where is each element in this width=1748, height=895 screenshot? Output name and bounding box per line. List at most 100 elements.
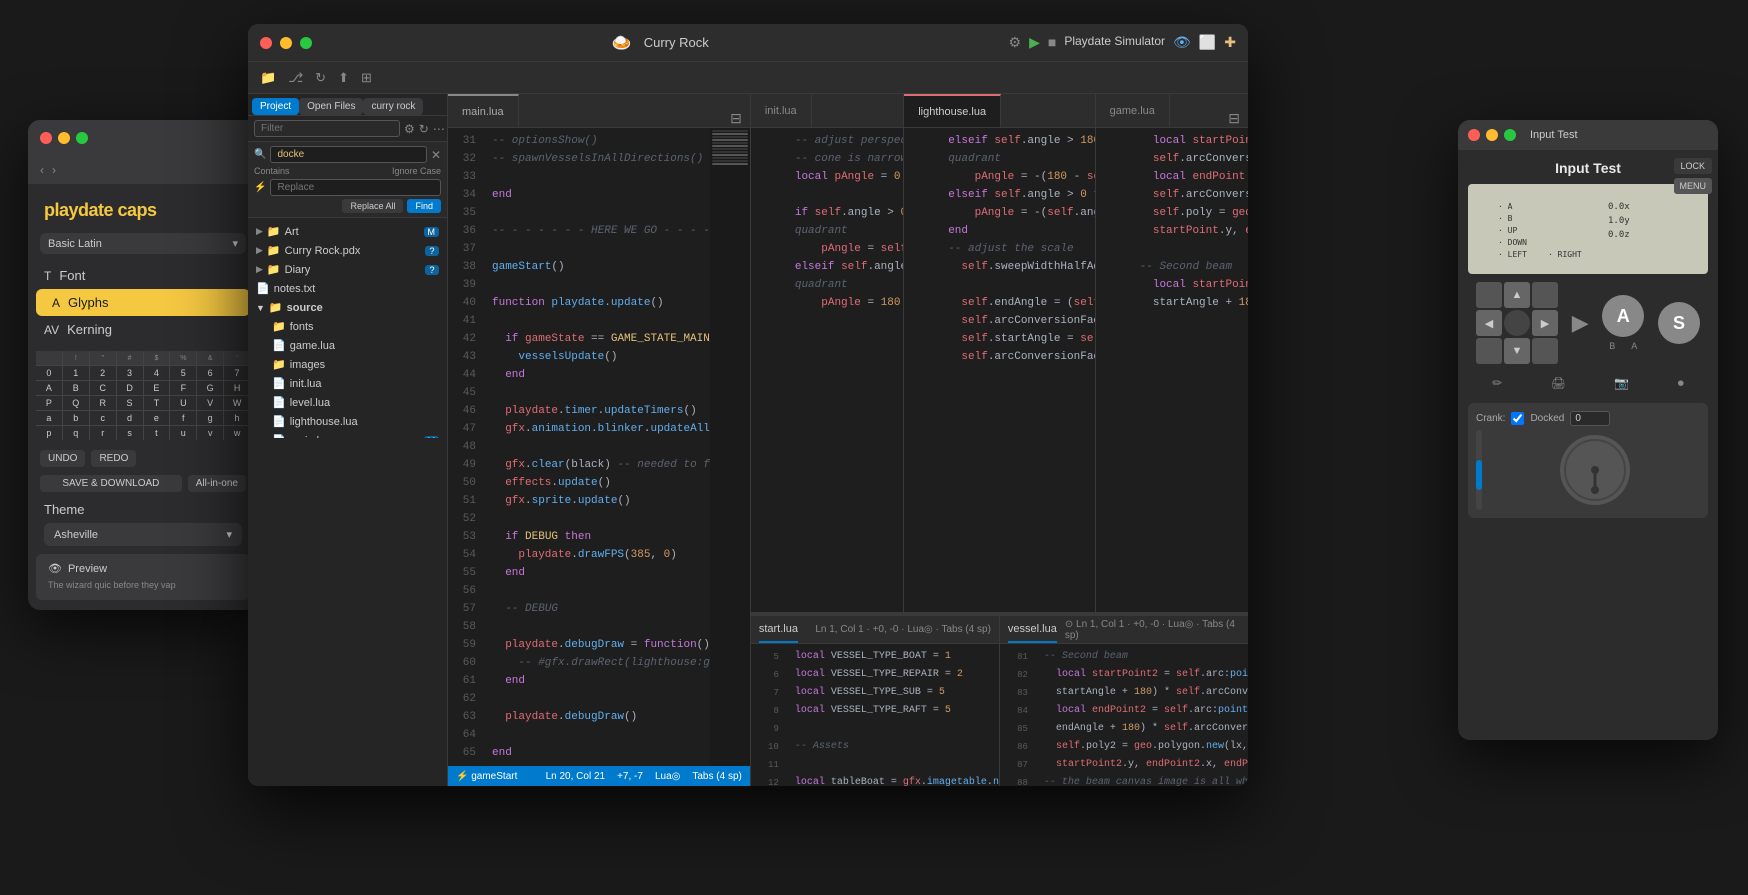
- game-code-content[interactable]: local startPoint = self.arc:pointOnArc(s…: [1132, 128, 1248, 612]
- record-icon[interactable]: ⏺: [1678, 376, 1684, 391]
- glyph-cell[interactable]: C: [90, 381, 116, 395]
- start-lua-content[interactable]: local VESSEL_TYPE_BOAT = 1 local VESSEL_…: [787, 644, 999, 786]
- toolbar-icon1[interactable]: ⚙: [1009, 34, 1022, 51]
- glyph-cell[interactable]: F: [170, 381, 196, 395]
- sim-close-button[interactable]: [1468, 129, 1480, 141]
- sidebar-lighthouse-lua[interactable]: 📄 lighthouse.lua: [248, 412, 447, 431]
- curry-rock-tab[interactable]: curry rock: [363, 98, 423, 115]
- clear-search-icon[interactable]: ✕: [431, 148, 441, 162]
- glyph-cell[interactable]: S: [117, 396, 143, 410]
- replace-input[interactable]: [270, 179, 441, 196]
- sidebar-item-glyphs[interactable]: A Glyphs: [36, 289, 250, 316]
- sidebar-images-folder[interactable]: 📁 images: [248, 355, 447, 374]
- glyph-cell[interactable]: B: [63, 381, 89, 395]
- glyph-cell[interactable]: D: [117, 381, 143, 395]
- glyph-cell[interactable]: 6: [197, 366, 223, 380]
- pencil-icon[interactable]: ✏: [1492, 376, 1502, 391]
- sidebar-init-lua[interactable]: 📄 init.lua: [248, 374, 447, 393]
- start-lua-code[interactable]: 567891011121314 local VESSEL_TYPE_BOAT =…: [751, 644, 999, 786]
- split-icon[interactable]: ⊟: [1228, 110, 1240, 127]
- more-icon[interactable]: ⋯: [433, 122, 445, 136]
- glyph-cell[interactable]: g: [197, 411, 223, 425]
- redo-button[interactable]: REDO: [91, 450, 136, 467]
- filter-input[interactable]: [254, 120, 400, 137]
- start-lua-tab-label[interactable]: start.lua: [759, 616, 798, 643]
- forward-arrow-icon[interactable]: ›: [52, 163, 56, 177]
- undo-button[interactable]: UNDO: [40, 450, 85, 467]
- sidebar-level-lua[interactable]: 📄 level.lua: [248, 393, 447, 412]
- crank-circle[interactable]: [1560, 435, 1630, 505]
- lock-button[interactable]: LOCK: [1674, 158, 1713, 174]
- glyph-cell[interactable]: c: [90, 411, 116, 425]
- init-code-area[interactable]: -- adjust perspective -- cone is narrowe…: [751, 128, 903, 612]
- dpad-down-button[interactable]: ▼: [1504, 338, 1530, 364]
- glyph-cell[interactable]: W: [224, 396, 250, 410]
- split-icon[interactable]: ⊟: [730, 110, 742, 127]
- sidebar-source-folder[interactable]: ▼ 📁 source: [248, 298, 447, 317]
- sim-maximize-button[interactable]: [1504, 129, 1516, 141]
- code-content[interactable]: -- optionsShow() -- spawnVesselsInAllDir…: [484, 128, 710, 766]
- glyph-cell[interactable]: a: [36, 411, 62, 425]
- glyph-cell[interactable]: 7: [224, 366, 250, 380]
- glyph-cell[interactable]: G: [197, 381, 223, 395]
- replace-all-button[interactable]: Replace All: [342, 199, 403, 213]
- glyph-cell[interactable]: t: [144, 426, 170, 440]
- crank-track[interactable]: [1476, 430, 1482, 510]
- glyph-cell[interactable]: p: [36, 426, 62, 440]
- glyph-cell[interactable]: r: [90, 426, 116, 440]
- glyph-cell[interactable]: 0: [36, 366, 62, 380]
- tab-main-lua[interactable]: main.lua: [448, 94, 519, 127]
- vessel-lua-code[interactable]: 81828384858687888990 -- Second beam loca…: [1000, 644, 1248, 786]
- folder-icon[interactable]: 📁: [256, 68, 280, 88]
- docked-checkbox[interactable]: [1511, 412, 1524, 425]
- glyph-cell[interactable]: A: [36, 381, 62, 395]
- glyph-cell[interactable]: s: [117, 426, 143, 440]
- glyph-cell[interactable]: P: [36, 396, 62, 410]
- eye-icon[interactable]: 👁: [1173, 34, 1191, 51]
- game-code-area[interactable]: local startPoint = self.arc:pointOnArc(s…: [1096, 128, 1248, 612]
- a-button[interactable]: A: [1602, 295, 1644, 337]
- grid-icon[interactable]: ⊞: [357, 68, 376, 88]
- theme-dropdown[interactable]: Asheville ▾: [44, 523, 242, 546]
- tab-game-lua[interactable]: game.lua: [1096, 94, 1170, 127]
- back-arrow-icon[interactable]: ‹: [40, 163, 44, 177]
- dpad-left-button[interactable]: ◀: [1476, 310, 1502, 336]
- sidebar-pdx-folder[interactable]: ▶ 📁 Curry Rock.pdx ?: [248, 241, 447, 260]
- refresh-icon[interactable]: ↻: [419, 122, 429, 136]
- sidebar-art-folder[interactable]: ▶ 📁 Art M: [248, 222, 447, 241]
- lighthouse-code-content[interactable]: elseif self.angle > 180 and self.angle <…: [940, 128, 1094, 612]
- git-icon[interactable]: ⎇: [284, 68, 307, 88]
- glyph-cell[interactable]: w: [224, 426, 250, 440]
- camera-icon[interactable]: 📷: [1614, 376, 1629, 391]
- glyph-cell[interactable]: 5: [170, 366, 196, 380]
- glyph-cell[interactable]: H: [224, 381, 250, 395]
- save-download-button[interactable]: SAVE & DOWNLOAD: [40, 475, 182, 492]
- glyph-cell[interactable]: V: [197, 396, 223, 410]
- find-input[interactable]: [270, 146, 426, 163]
- close-button[interactable]: [40, 132, 52, 144]
- ignore-case-label[interactable]: Ignore Case: [392, 166, 441, 176]
- print-icon[interactable]: 🖨: [1551, 376, 1566, 391]
- stop-icon[interactable]: ■: [1048, 34, 1056, 51]
- s-button[interactable]: S: [1658, 302, 1700, 344]
- glyph-cell[interactable]: h: [224, 411, 250, 425]
- dpad-right-button[interactable]: ▶: [1532, 310, 1558, 336]
- glyph-cell[interactable]: b: [63, 411, 89, 425]
- sidebar-notes-file[interactable]: 📄 notes.txt: [248, 279, 447, 298]
- glyph-cell[interactable]: U: [170, 396, 196, 410]
- glyph-cell[interactable]: E: [144, 381, 170, 395]
- ide-maximize-button[interactable]: [300, 37, 312, 49]
- run-icon[interactable]: ▶: [1029, 34, 1040, 51]
- sidebar-fonts-folder[interactable]: 📁 fonts: [248, 317, 447, 336]
- sidebar-item-kerning[interactable]: AV Kerning: [28, 316, 258, 343]
- glyph-cell[interactable]: 3: [117, 366, 143, 380]
- dpad-up-button[interactable]: ▲: [1504, 282, 1530, 308]
- main-lua-code-area[interactable]: 3132333435363738394041424344454647484950…: [448, 128, 750, 766]
- lighthouse-code-area[interactable]: elseif self.angle > 180 and self.angle <…: [904, 128, 1094, 612]
- glyph-cell[interactable]: v: [197, 426, 223, 440]
- menu-button[interactable]: MENU: [1674, 178, 1713, 194]
- ide-close-button[interactable]: [260, 37, 272, 49]
- vessel-lua-tab-label[interactable]: vessel.lua: [1008, 616, 1057, 643]
- display-icon[interactable]: ⬜: [1199, 34, 1216, 51]
- sim-minimize-button[interactable]: [1486, 129, 1498, 141]
